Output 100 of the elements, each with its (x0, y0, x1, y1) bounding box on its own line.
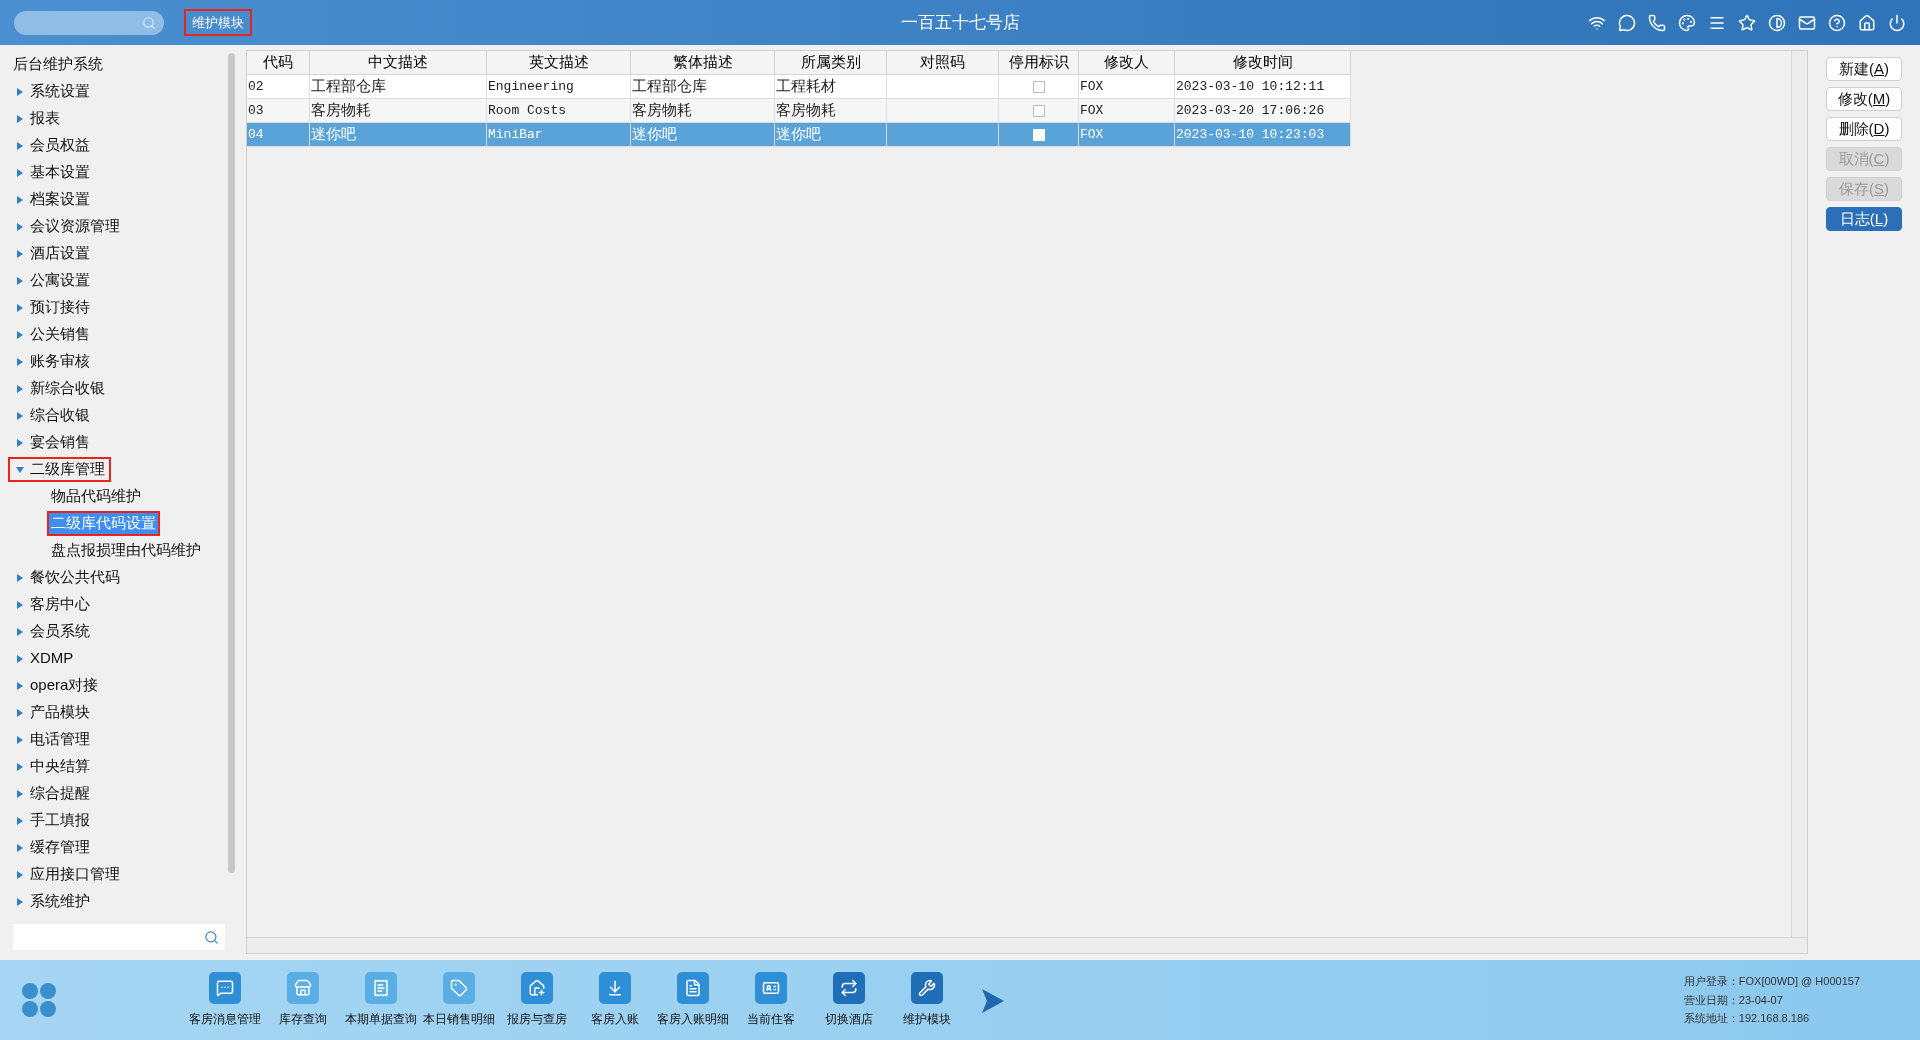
table-row[interactable]: 02 工程部仓库 Engineering 工程部仓库 工程耗材 FOX 2023-03-10 10:12:11 (247, 75, 1351, 99)
tree-item[interactable]: 账务审核 (13, 349, 94, 374)
phone-icon[interactable] (1648, 13, 1666, 32)
caret-icon[interactable] (16, 114, 24, 123)
action-button[interactable]: 日志(L) (1826, 207, 1902, 231)
tree-item[interactable]: 公寓设置 (13, 268, 94, 293)
caret-icon[interactable] (16, 411, 24, 420)
caret-icon[interactable] (16, 330, 24, 339)
caret-icon[interactable] (16, 303, 24, 312)
tree-item[interactable]: 公关销售 (13, 322, 94, 347)
checkbox[interactable] (1032, 80, 1045, 93)
tree-item[interactable]: 二级库管理 (8, 457, 111, 482)
tree-item[interactable]: 酒店设置 (13, 241, 94, 266)
caret-icon[interactable] (16, 249, 24, 258)
caret-icon[interactable] (16, 681, 24, 690)
action-button[interactable]: 删除(D) (1826, 117, 1902, 141)
caret-icon[interactable] (16, 438, 24, 447)
caret-icon[interactable] (16, 897, 24, 906)
tree-item[interactable]: 中央结算 (13, 754, 94, 779)
checkbox[interactable] (1032, 104, 1045, 117)
caret-icon[interactable] (16, 573, 24, 582)
next-arrow-icon[interactable] (981, 988, 1005, 1014)
column-header[interactable]: 对照码 (887, 51, 999, 75)
search-field[interactable] (14, 10, 164, 35)
column-header[interactable]: 代码 (247, 51, 310, 75)
table-row[interactable]: 03 客房物耗 Room Costs 客房物耗 客房物耗 FOX 2023-03-20 17:06:26 (247, 99, 1351, 123)
tree-item[interactable]: 基本设置 (13, 160, 94, 185)
tree-item[interactable]: 客房中心 (13, 592, 94, 617)
tree-item[interactable]: 缓存管理 (13, 835, 94, 860)
tree-item[interactable]: 新综合收银 (13, 376, 109, 401)
tree-item[interactable]: 盘点报损理由代码维护 (47, 538, 205, 563)
tree-item[interactable]: 综合收银 (13, 403, 94, 428)
caret-icon[interactable] (16, 600, 24, 609)
column-header[interactable]: 修改人 (1079, 51, 1175, 75)
tree-item[interactable]: 档案设置 (13, 187, 94, 212)
home-icon[interactable] (1858, 13, 1876, 32)
palette-icon[interactable] (1678, 13, 1696, 32)
power-icon[interactable] (1888, 13, 1906, 32)
column-header[interactable]: 所属类别 (775, 51, 887, 75)
caret-icon[interactable] (16, 141, 24, 150)
tree-item[interactable]: 餐饮公共代码 (13, 565, 124, 590)
tree-root[interactable]: 后台维护系统 (13, 51, 228, 78)
caret-icon[interactable] (16, 357, 24, 366)
app-grid-icon[interactable] (20, 981, 58, 1019)
tree-item[interactable]: 电话管理 (13, 727, 94, 752)
message-icon[interactable] (1618, 13, 1636, 32)
caret-icon[interactable] (16, 465, 24, 474)
dock-item[interactable]: 本日销售明细 (420, 972, 497, 1028)
column-header[interactable]: 繁体描述 (631, 51, 775, 75)
caret-icon[interactable] (16, 627, 24, 636)
dock-item[interactable]: 库存查询 (264, 972, 341, 1028)
mail-icon[interactable] (1798, 13, 1816, 32)
tree-item[interactable]: 手工填报 (13, 808, 94, 833)
scrollbar-track[interactable] (247, 937, 1807, 953)
dock-item[interactable]: 切换酒店 (810, 972, 887, 1028)
tree-item[interactable]: 会议资源管理 (13, 214, 124, 239)
action-button[interactable]: 修改(M) (1826, 87, 1902, 111)
scrollbar-track[interactable] (1791, 51, 1807, 937)
caret-icon[interactable] (16, 195, 24, 204)
caret-icon[interactable] (16, 843, 24, 852)
column-header[interactable]: 停用标识 (999, 51, 1079, 75)
tree-item[interactable]: 应用接口管理 (13, 862, 124, 887)
dock-item[interactable]: 客房入账明细 (654, 972, 731, 1028)
caret-icon[interactable] (16, 762, 24, 771)
caret-icon[interactable] (16, 708, 24, 717)
tree-item[interactable]: opera对接 (13, 673, 103, 698)
caret-icon[interactable] (16, 816, 24, 825)
tree-item[interactable]: 宴会销售 (13, 430, 94, 455)
caret-icon[interactable] (16, 276, 24, 285)
tree-item[interactable]: XDMP (13, 646, 78, 671)
caret-icon[interactable] (16, 654, 24, 663)
tree-item[interactable]: 系统维护 (13, 889, 94, 914)
column-header[interactable]: 英文描述 (487, 51, 631, 75)
caret-icon[interactable] (16, 222, 24, 231)
dock-item[interactable]: 客房消息管理 (186, 972, 263, 1028)
caret-icon[interactable] (16, 87, 24, 96)
scrollbar[interactable] (228, 53, 235, 873)
caret-icon[interactable] (16, 384, 24, 393)
dock-item[interactable]: 报房与查房 (498, 972, 575, 1028)
tree-item[interactable]: 物品代码维护 (47, 484, 145, 509)
tree-item[interactable]: 系统设置 (13, 79, 94, 104)
star-icon[interactable] (1738, 13, 1756, 32)
search-field[interactable] (13, 924, 225, 950)
tree-item[interactable]: 会员权益 (13, 133, 94, 158)
caret-icon[interactable] (16, 870, 24, 879)
tree-item[interactable]: 综合提醒 (13, 781, 94, 806)
column-header[interactable]: 修改时间 (1175, 51, 1351, 75)
tree-item[interactable]: 会员系统 (13, 619, 94, 644)
dock-item[interactable]: 维护模块 (888, 972, 965, 1028)
action-button[interactable]: 新建(A) (1826, 57, 1902, 81)
dock-item[interactable]: 客房入账 (576, 972, 653, 1028)
tree-item[interactable]: 预订接待 (13, 295, 94, 320)
column-header[interactable]: 中文描述 (310, 51, 487, 75)
dock-item[interactable]: 当前住客 (732, 972, 809, 1028)
tree-item[interactable]: 产品模块 (13, 700, 94, 725)
dock-item[interactable]: 本期单据查询 (342, 972, 419, 1028)
contrast-icon[interactable] (1768, 13, 1786, 32)
help-icon[interactable] (1828, 13, 1846, 32)
tree-item[interactable]: 报表 (13, 106, 64, 131)
caret-icon[interactable] (16, 789, 24, 798)
